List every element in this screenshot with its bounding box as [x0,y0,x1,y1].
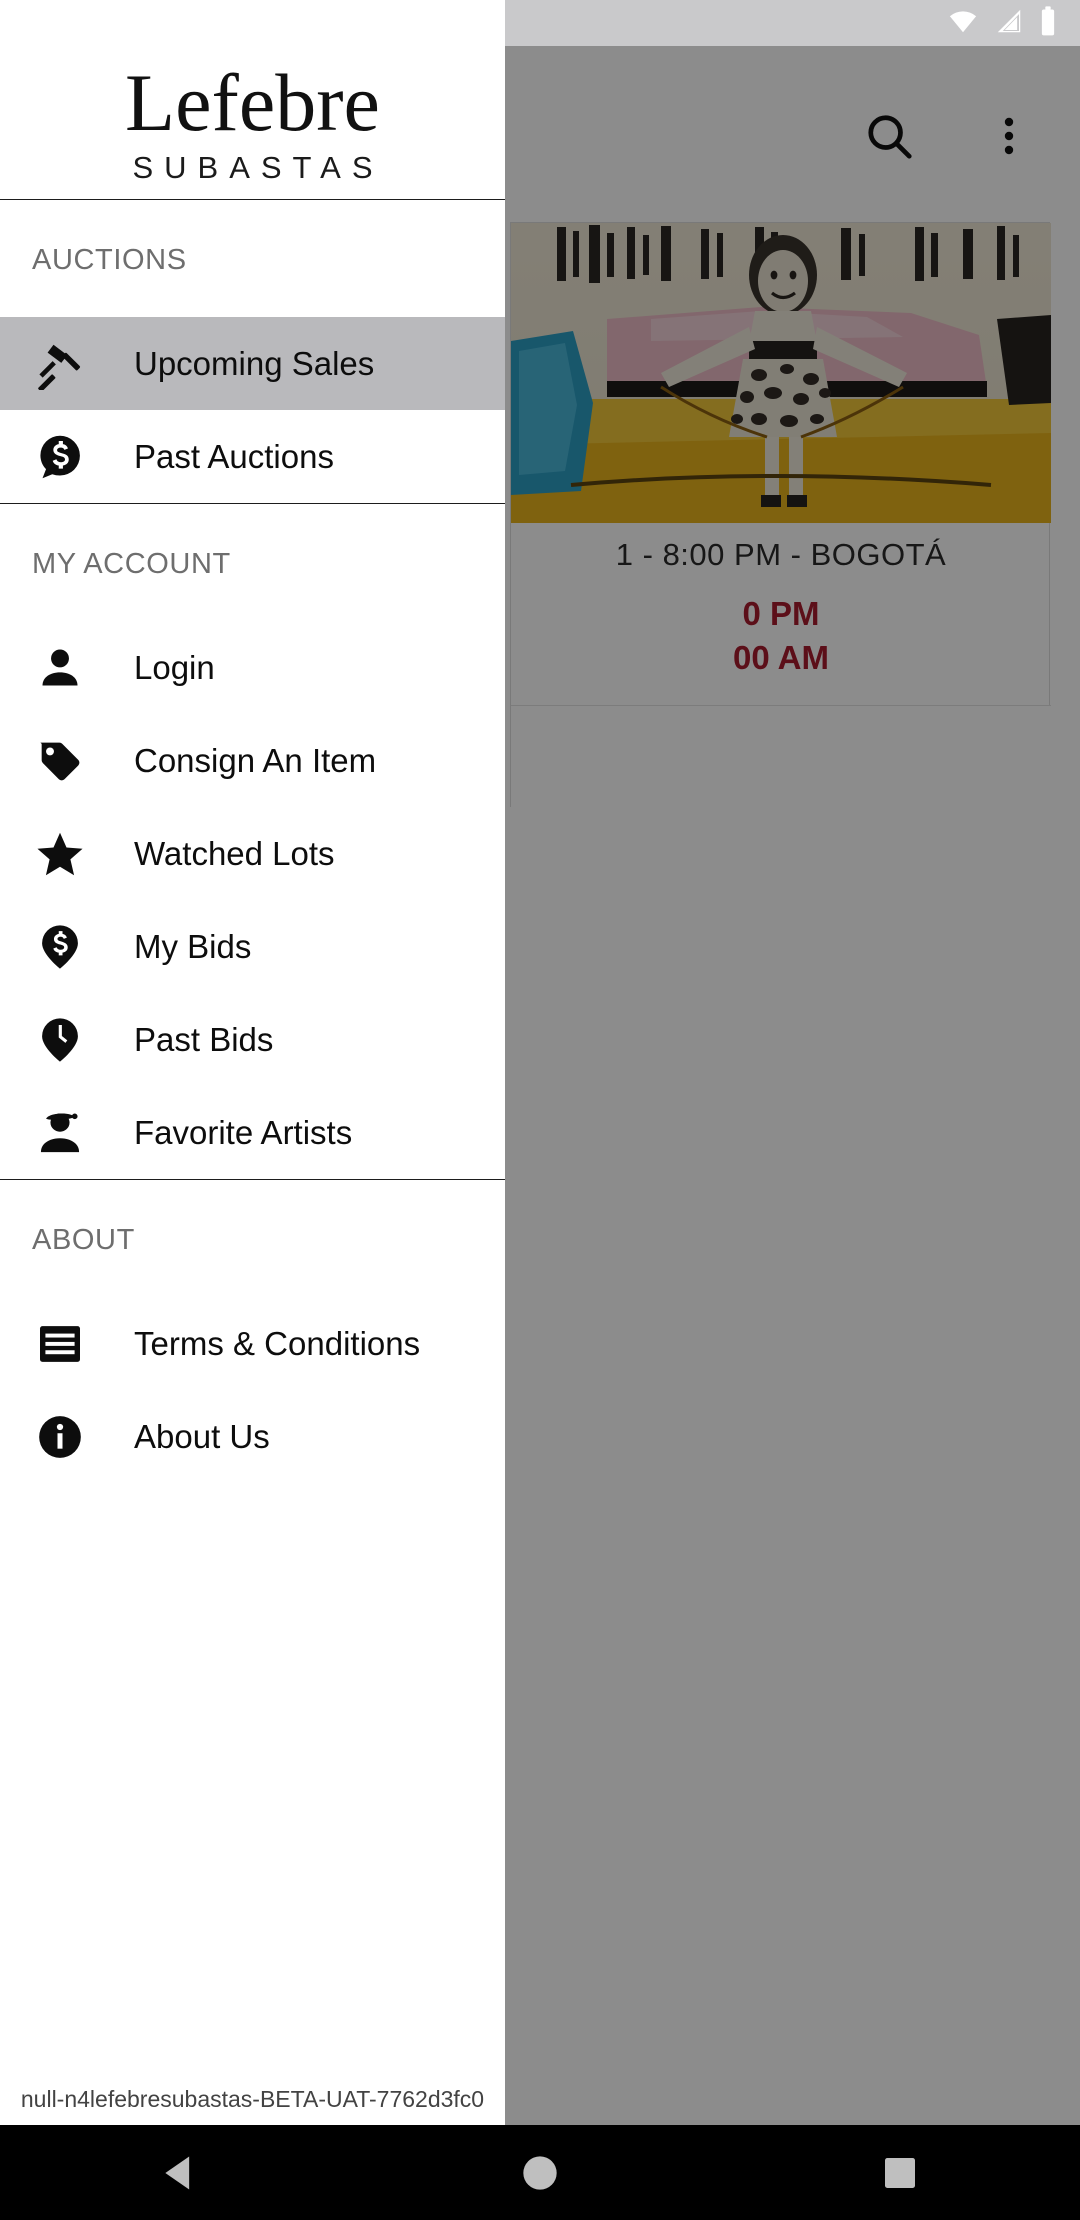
sidebar-item-past-auctions[interactable]: Past Auctions [0,410,505,503]
wifi-icon [946,6,980,41]
sidebar-item-terms-and-conditions[interactable]: Terms & Conditions [0,1297,505,1390]
drawer-section-about: ABOUT Terms & Conditions About Us [0,1180,505,1483]
sidebar-item-login[interactable]: Login [0,621,505,714]
sidebar-item-consign-an-item[interactable]: Consign An Item [0,714,505,807]
sidebar-item-label: Past Bids [134,1020,274,1058]
sidebar-item-label: Login [134,648,215,686]
navigation-drawer[interactable]: Lefebre SUBASTAS AUCTIONS Upcoming Sales [0,0,505,2125]
sidebar-item-about-us[interactable]: About Us [0,1390,505,1483]
sidebar-item-label: Favorite Artists [134,1113,353,1151]
document-lines-icon [32,1316,88,1372]
battery-icon [1038,5,1058,42]
sidebar-item-label: About Us [134,1417,270,1455]
home-button[interactable] [480,2125,600,2220]
cellular-signal-icon [992,6,1026,41]
tag-icon [32,733,88,789]
back-button[interactable] [120,2125,240,2220]
drawer-footer: null-n4lefebresubastas-BETA-UAT-7762d3fc… [0,2073,505,2125]
info-icon [32,1409,88,1465]
android-navigation-bar [0,2125,1080,2220]
gavel-icon [32,336,88,392]
sidebar-item-my-bids[interactable]: My Bids [0,900,505,993]
sidebar-item-label: My Bids [134,927,252,965]
section-header-auctions: AUCTIONS [32,244,187,276]
dollar-chat-icon [32,429,88,485]
star-icon [32,826,88,882]
dollar-pin-icon [32,919,88,975]
drawer-scroll-area[interactable]: Lefebre SUBASTAS AUCTIONS Upcoming Sales [0,0,505,2125]
sidebar-item-label: Watched Lots [134,834,335,872]
artist-icon [32,1105,88,1161]
sidebar-item-label: Terms & Conditions [134,1324,421,1362]
sidebar-item-label: Consign An Item [134,741,377,779]
sidebar-item-upcoming-sales[interactable]: Upcoming Sales [0,317,505,410]
drawer-section-auctions: AUCTIONS Upcoming Sales Past Auctions [0,200,505,504]
app-version-text: null-n4lefebresubastas-BETA-UAT-7762d3fc… [20,2085,485,2112]
sidebar-item-past-bids[interactable]: Past Bids [0,993,505,1086]
sidebar-item-favorite-artists[interactable]: Favorite Artists [0,1086,505,1179]
sidebar-item-label: Upcoming Sales [134,344,375,382]
drawer-brand-header: Lefebre SUBASTAS [0,0,505,200]
section-header-my-account: MY ACCOUNT [32,548,231,580]
recents-button[interactable] [840,2125,960,2220]
sidebar-item-watched-lots[interactable]: Watched Lots [0,807,505,900]
clock-pin-icon [32,1012,88,1068]
sidebar-item-label: Past Auctions [134,437,334,475]
brand-subtitle: SUBASTAS [132,149,384,185]
section-header-about: ABOUT [32,1224,135,1256]
brand-title: Lefebre [125,56,380,148]
person-icon [32,640,88,696]
drawer-section-my-account: MY ACCOUNT Login Consign An Item Watched… [0,504,505,1180]
